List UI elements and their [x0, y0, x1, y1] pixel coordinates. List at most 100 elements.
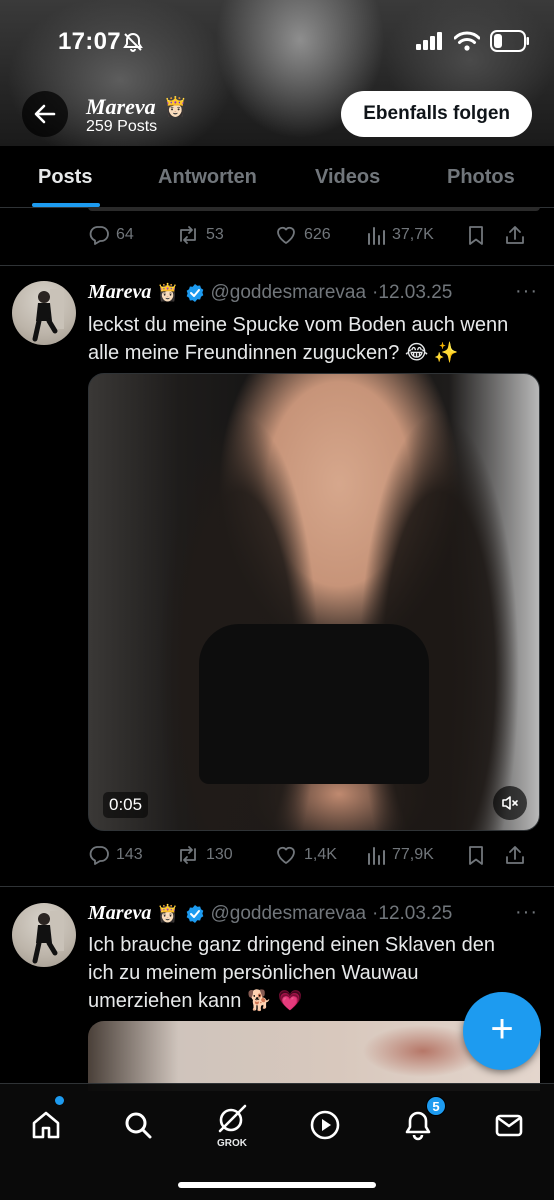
post-count: 259 Posts [86, 118, 158, 135]
views-count: 37,7K [392, 226, 434, 243]
home-unread-dot [55, 1096, 64, 1105]
video-duration: 0:05 [103, 792, 149, 818]
home-indicator [178, 1182, 376, 1188]
post-text-line: leckst du meine Spucke vom Boden auch we… [88, 314, 509, 336]
signal-icon [416, 32, 442, 50]
previous-media-edge [88, 207, 540, 211]
nav-messages[interactable] [484, 1100, 534, 1150]
status-icons [416, 30, 530, 52]
crown-emoji: 👸🏻 [163, 97, 188, 118]
previous-post-actions: 64 53 626 37,7K [88, 220, 540, 250]
reply-icon [89, 846, 109, 865]
post-divider [0, 886, 554, 887]
plus-icon: + [490, 1007, 514, 1051]
play-circle-icon [310, 1110, 340, 1140]
follow-button[interactable]: Ebenfalls folgen [341, 91, 532, 137]
post-header: Mareva 👸🏻 @goddesmarevaa ·12.03.25 [88, 902, 452, 925]
heart-icon [277, 846, 295, 864]
compose-button[interactable]: + [463, 992, 541, 1070]
share-icon [506, 226, 524, 244]
like-count: 626 [304, 226, 331, 243]
post-header: Mareva 👸🏻 @goddesmarevaa ·12.03.25 [88, 281, 452, 304]
tab-antworten[interactable]: Antworten [158, 166, 257, 189]
avatar-figure [32, 911, 64, 964]
reply-count: 143 [116, 846, 143, 863]
like-count: 1,4K [304, 846, 337, 863]
share-icon [506, 846, 524, 864]
avatar-figure [32, 289, 64, 342]
crown-emoji: 👸🏻 [157, 282, 179, 302]
post-text-line: alle meine Freundinnen zugucken? 😂 ✨ [88, 342, 459, 364]
views-button[interactable]: 37,7K [366, 224, 466, 246]
tab-posts[interactable]: Posts [38, 166, 92, 189]
verified-badge-icon [186, 904, 203, 923]
bookmark-button[interactable] [466, 844, 504, 866]
mute-button[interactable] [493, 786, 527, 820]
nav-grok[interactable]: GROK [207, 1100, 257, 1150]
views-button[interactable]: 77,9K [366, 844, 466, 866]
repost-count: 53 [206, 226, 224, 243]
post-divider [0, 265, 554, 266]
reply-icon [89, 226, 109, 245]
video-player[interactable]: 0:05 [88, 373, 540, 831]
views-chart-icon [368, 847, 385, 865]
verified-badge-icon [186, 283, 203, 302]
author-handle[interactable]: @goddesmarevaa [211, 903, 367, 925]
repost-button[interactable]: 53 [176, 224, 274, 246]
repost-count: 130 [206, 846, 233, 863]
reply-button[interactable]: 143 [88, 844, 176, 866]
nav-search[interactable] [113, 1100, 163, 1150]
profile-header: 17:07 Mareva 👸🏻 259 Posts Ebenfalls folg… [0, 0, 554, 146]
back-button[interactable] [22, 91, 68, 137]
post-date: ·12.03.25 [372, 281, 453, 303]
nav-video[interactable] [300, 1100, 350, 1150]
crown-emoji: 👸🏻 [157, 903, 179, 923]
bookmark-icon [469, 846, 483, 865]
more-options-icon[interactable]: ··· [515, 901, 538, 924]
grok-icon [218, 1104, 247, 1133]
repost-button[interactable]: 130 [176, 844, 274, 866]
share-button[interactable] [504, 224, 526, 246]
repost-icon [180, 226, 196, 244]
post-actions: 143 130 1,4K 77,9K [88, 840, 540, 870]
arrow-left-icon [34, 104, 56, 124]
video-content [199, 624, 429, 784]
wifi-icon [454, 31, 480, 51]
like-button[interactable]: 626 [274, 224, 366, 246]
avatar[interactable] [12, 903, 76, 967]
repost-icon [180, 846, 196, 864]
post-date: ·12.03.25 [372, 902, 453, 924]
post-text-line: ich zu meinem persönlichen Wauwau [88, 962, 419, 984]
post-text-line: Ich brauche ganz dringend einen Sklaven … [88, 934, 495, 956]
profile-tabs: Posts Antworten Videos Photos [0, 146, 554, 208]
more-options-icon[interactable]: ··· [515, 280, 538, 303]
search-icon [125, 1112, 152, 1139]
speaker-muted-icon [502, 796, 518, 810]
mail-icon [495, 1114, 523, 1137]
bell-slash-icon [123, 32, 143, 52]
tab-videos[interactable]: Videos [315, 166, 380, 189]
nav-home[interactable] [21, 1100, 71, 1150]
views-count: 77,9K [392, 846, 434, 863]
share-button[interactable] [504, 844, 526, 866]
notifications-badge: 5 [426, 1096, 446, 1116]
bookmark-button[interactable] [466, 224, 504, 246]
author-name[interactable]: Mareva [88, 902, 151, 925]
author-name[interactable]: Mareva [88, 281, 151, 304]
home-icon [32, 1111, 60, 1139]
like-button[interactable]: 1,4K [274, 844, 366, 866]
avatar[interactable] [12, 281, 76, 345]
grok-label: GROK [217, 1138, 247, 1149]
bookmark-icon [469, 226, 483, 245]
battery-icon [490, 30, 529, 52]
views-chart-icon [368, 227, 385, 245]
heart-icon [277, 226, 295, 244]
post-text: Ich brauche ganz dringend einen Sklaven … [88, 931, 538, 1015]
reply-count: 64 [116, 226, 134, 243]
profile-name: Mareva 👸🏻 [86, 94, 187, 120]
author-handle[interactable]: @goddesmarevaa [211, 282, 367, 304]
tab-photos[interactable]: Photos [447, 166, 515, 189]
reply-button[interactable]: 64 [88, 224, 176, 246]
profile-name-text: Mareva [86, 94, 156, 119]
post-text: leckst du meine Spucke vom Boden auch we… [88, 311, 538, 367]
